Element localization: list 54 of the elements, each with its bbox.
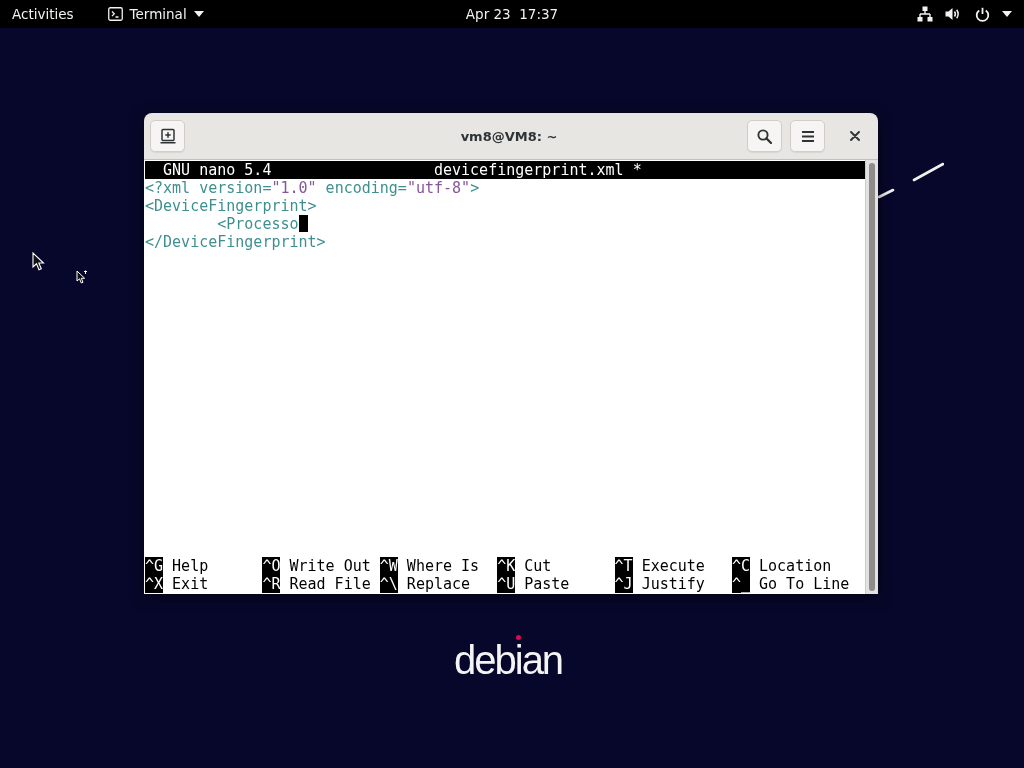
shortcut-label: Write Out	[289, 557, 371, 575]
shortcut-label: Go To Line	[759, 575, 850, 593]
scrollbar[interactable]	[865, 160, 878, 594]
shortcut-key: ^U	[497, 575, 516, 593]
app-menu[interactable]: Terminal	[107, 6, 204, 22]
shortcut-key: ^\	[379, 575, 398, 593]
shortcut-key: ^_	[731, 575, 750, 593]
shortcut-key: ^X	[145, 575, 164, 593]
shortcut-label: Read File	[289, 575, 371, 593]
debian-logo: debian	[454, 640, 563, 680]
scrollbar-thumb[interactable]	[869, 163, 875, 591]
new-tab-button[interactable]	[150, 120, 185, 152]
shortcut-key: ^C	[731, 557, 750, 575]
clock[interactable]: Apr 23 17:37	[465, 6, 559, 22]
shortcut-label: Paste	[524, 575, 570, 593]
mouse-pointer-icon	[76, 270, 88, 284]
wallpaper-streak	[878, 161, 944, 199]
shortcut-label: Where Is	[406, 557, 480, 575]
shortcut-key: ^T	[614, 557, 633, 575]
terminal-icon	[107, 7, 123, 21]
close-icon	[850, 131, 860, 141]
code-line: <Processo	[217, 215, 299, 233]
shortcut-label: Replace	[406, 575, 471, 593]
power-icon[interactable]	[975, 6, 990, 22]
shortcut-label: Cut	[524, 557, 552, 575]
menu-icon	[801, 130, 814, 142]
code-line: </DeviceFingerprint>	[145, 233, 326, 251]
search-icon	[757, 128, 772, 144]
menu-button[interactable]	[790, 120, 825, 152]
program-version: GNU nano 5.4	[163, 161, 273, 179]
shortcut-key: ^R	[262, 575, 281, 593]
shortcut-key: ^W	[379, 557, 398, 575]
caret-icon[interactable]	[1002, 11, 1012, 17]
shortcut-label: Justify	[641, 575, 705, 593]
shortcut-key: ^J	[614, 575, 633, 593]
shortcut-label: Execute	[641, 557, 705, 575]
volume-icon[interactable]	[945, 7, 961, 21]
shortcut-label: Exit	[172, 575, 209, 593]
file-name: devicefingerprint.xml *	[433, 161, 643, 179]
network-icon[interactable]	[917, 6, 933, 22]
shortcut-label: Location	[759, 557, 832, 575]
search-button[interactable]	[747, 120, 782, 152]
mouse-pointer-icon	[32, 252, 45, 271]
window-title: vm8@VM8: ~	[460, 128, 558, 144]
code-line: <DeviceFingerprint>	[145, 197, 317, 215]
logo-dot-icon	[516, 635, 521, 640]
activities-button[interactable]: Activities	[12, 6, 74, 22]
tab-plus-icon	[159, 128, 176, 144]
shortcut-key: ^O	[262, 557, 281, 575]
shortcut-label: Help	[172, 557, 209, 575]
caret-icon	[193, 11, 204, 17]
code-line: <?xml version="1.0" encoding="utf-8">	[145, 179, 480, 197]
shortcut-key: ^K	[497, 557, 516, 575]
shortcut-key: ^G	[145, 557, 164, 575]
